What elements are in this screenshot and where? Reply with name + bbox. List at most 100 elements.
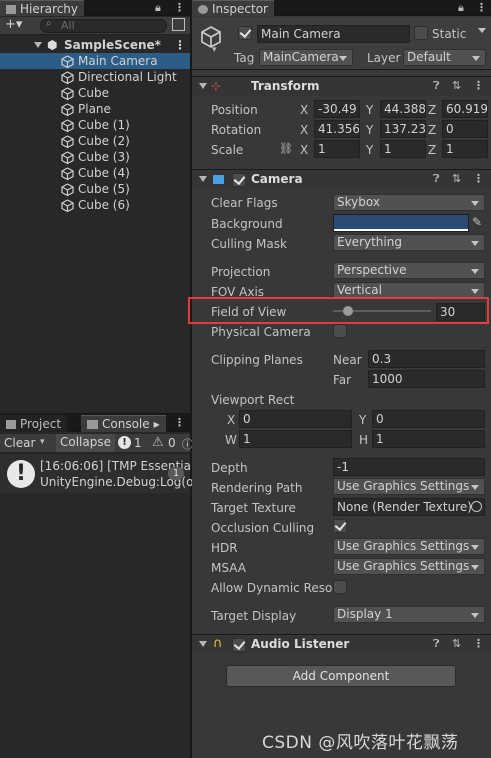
hierarchy-item-label: Cube (4) (78, 166, 130, 180)
hdr-dropdown[interactable]: Use Graphics Settings (333, 538, 485, 555)
far-field[interactable]: 1000 (368, 370, 485, 388)
msaa-dropdown[interactable]: Use Graphics Settings (333, 558, 485, 575)
position-z-field[interactable]: 60.919 (442, 100, 488, 118)
hierarchy-item-label: Cube (3) (78, 150, 130, 164)
scene-visibility-icon[interactable] (172, 18, 185, 31)
inspector-menu-icon[interactable]: ⋮ (476, 1, 487, 15)
active-checkbox[interactable] (238, 26, 252, 40)
constrain-proportions-icon[interactable]: ⛓ (279, 142, 293, 155)
error-icon[interactable]: ! (118, 436, 131, 449)
occlusion-culling-checkbox[interactable] (333, 519, 347, 533)
component-menu-icon[interactable]: ⋮ (473, 79, 484, 92)
tab-inspector[interactable]: Inspector (192, 0, 274, 16)
physical-camera-checkbox[interactable] (333, 324, 347, 338)
scene-menu-icon[interactable]: ⋮ (174, 37, 186, 53)
position-x-field[interactable]: -30.49 (314, 100, 360, 118)
viewport-w-field[interactable]: 1 (239, 430, 352, 448)
add-component-button[interactable]: Add Component (226, 665, 456, 687)
layer-dropdown[interactable]: Default (403, 49, 486, 66)
icon-dropdown-arrow[interactable]: ▾ (212, 45, 217, 55)
hierarchy-item[interactable]: Cube (1) (0, 117, 190, 133)
tab-overflow-icon[interactable]: ▸ (154, 417, 160, 431)
viewport-h-field[interactable]: 1 (372, 430, 485, 448)
tab-hierarchy[interactable]: Hierarchy (0, 0, 85, 16)
presets-icon[interactable]: ⇅ (452, 172, 461, 185)
search-input[interactable]: ⌕ All (40, 18, 167, 33)
hierarchy-tabbar: Hierarchy 🔒︎ ⋮ (0, 0, 190, 16)
foldout-icon[interactable] (199, 641, 207, 647)
rotation-x-field[interactable]: 41.356 (314, 120, 360, 138)
search-placeholder: All (61, 19, 75, 32)
presets-icon[interactable]: ⇅ (452, 637, 461, 650)
hierarchy-item[interactable]: Main Camera (0, 53, 190, 69)
viewport-x-field[interactable]: 0 (239, 410, 352, 428)
scale-x-field[interactable]: 1 (314, 140, 360, 158)
scene-name: SampleScene* (64, 38, 161, 52)
foldout-icon[interactable] (199, 176, 207, 182)
component-menu-icon[interactable]: ⋮ (473, 172, 484, 185)
hierarchy-item[interactable]: Cube (3) (0, 149, 190, 165)
lock-icon[interactable]: 🔒︎ (155, 1, 161, 15)
tag-dropdown[interactable]: MainCamera (259, 49, 353, 66)
scale-y-field[interactable]: 1 (380, 140, 426, 158)
clear-button[interactable]: Clear (4, 436, 35, 450)
rotation-z-field[interactable]: 0 (442, 120, 488, 138)
presets-icon[interactable]: ⇅ (452, 79, 461, 92)
transform-header[interactable]: ⊹ Transform ❓︎ ⇅ ⋮ (192, 76, 491, 96)
camera-header[interactable]: Camera ❓︎ ⇅ ⋮ (192, 169, 491, 189)
occlusion-culling-label: Occlusion Culling (211, 521, 315, 535)
hierarchy-item-label: Cube (2) (78, 134, 130, 148)
position-label: Position (211, 103, 258, 117)
hierarchy-item[interactable]: Directional Light (0, 69, 190, 85)
console-menu-icon[interactable]: ⋮ (174, 416, 185, 430)
add-button[interactable]: +▾ (5, 17, 22, 32)
background-color-swatch[interactable] (333, 214, 469, 232)
hierarchy-item[interactable]: Cube (0, 85, 190, 101)
object-picker-icon[interactable] (471, 501, 482, 512)
warning-icon[interactable]: ⚠ (152, 435, 164, 450)
audio-listener-header[interactable]: ∩ Audio Listener ❓︎ ⇅ ⋮ (192, 634, 491, 654)
highlight-annotation-box (188, 297, 489, 324)
console-log-entry[interactable]: ! [16:06:06] [TMP Essential R UnityEngin… (0, 455, 206, 493)
physical-camera-label: Physical Camera (211, 325, 311, 339)
help-icon[interactable]: ❓︎ (433, 172, 440, 186)
hierarchy-item[interactable]: Cube (2) (0, 133, 190, 149)
projection-dropdown[interactable]: Perspective (333, 262, 485, 279)
help-icon[interactable]: ❓︎ (433, 637, 440, 651)
more-menu-icon[interactable]: ⋮ (174, 1, 185, 15)
scene-row[interactable]: ⬢ SampleScene* ⋮ (0, 37, 190, 53)
static-dropdown-arrow[interactable] (478, 28, 486, 33)
static-checkbox[interactable] (414, 26, 428, 40)
audio-listener-checkbox[interactable] (232, 638, 246, 652)
hierarchy-item[interactable]: Cube (6) (0, 197, 190, 213)
position-y-field[interactable]: 44.388 (380, 100, 426, 118)
far-label: Far (333, 373, 352, 387)
component-menu-icon[interactable]: ⋮ (473, 637, 484, 650)
viewport-x-label: X (227, 413, 236, 427)
foldout-icon[interactable] (199, 83, 207, 89)
rotation-y-field[interactable]: 137.23 (380, 120, 426, 138)
collapse-button[interactable]: Collapse (56, 434, 115, 452)
clear-flags-dropdown[interactable]: Skybox (333, 194, 485, 211)
tab-project[interactable]: Project (0, 415, 68, 432)
depth-field[interactable]: -1 (333, 458, 485, 476)
help-icon[interactable]: ❓︎ (433, 79, 440, 93)
target-texture-field[interactable]: None (Render Texture) (333, 498, 485, 516)
inspector-lock-icon[interactable]: 🔒︎ (458, 1, 464, 15)
foldout-icon[interactable] (34, 42, 42, 48)
viewport-y-field[interactable]: 0 (372, 410, 485, 428)
object-name-field[interactable]: Main Camera (257, 25, 410, 43)
hierarchy-item[interactable]: Cube (5) (0, 181, 190, 197)
dynamic-resolution-checkbox[interactable] (333, 580, 347, 594)
hierarchy-item[interactable]: Plane (0, 101, 190, 117)
camera-enabled-checkbox[interactable] (232, 173, 246, 187)
scale-z-field[interactable]: 1 (442, 140, 488, 158)
hierarchy-item[interactable]: Cube (4) (0, 165, 190, 181)
eyedropper-icon[interactable]: ✎ (472, 215, 482, 229)
tab-console[interactable]: Console ▸ (81, 415, 166, 432)
target-display-dropdown[interactable]: Display 1 (333, 606, 485, 623)
rendering-path-dropdown[interactable]: Use Graphics Settings (333, 478, 485, 495)
near-field[interactable]: 0.3 (368, 350, 485, 368)
culling-mask-dropdown[interactable]: Everything (333, 234, 485, 251)
clear-options-arrow[interactable]: ▾ (40, 437, 45, 447)
